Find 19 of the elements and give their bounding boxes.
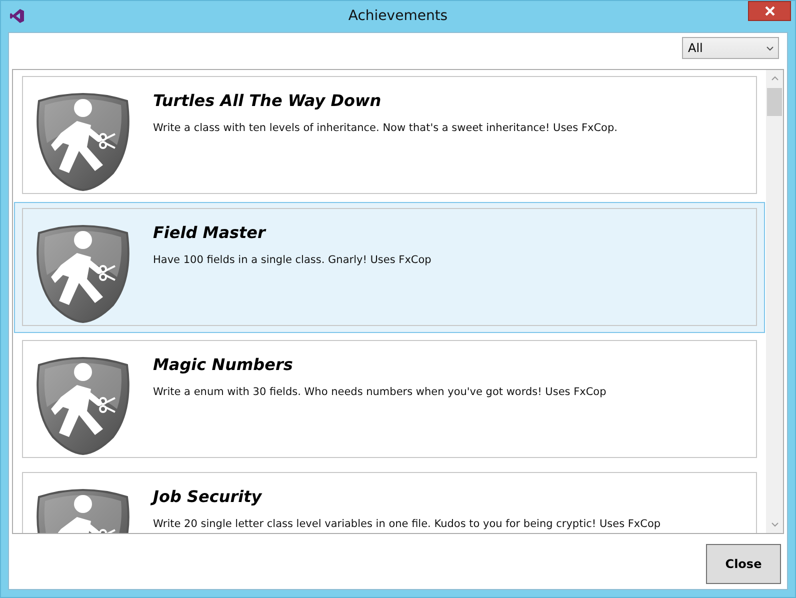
achievement-title: Field Master bbox=[153, 223, 268, 242]
achievement-description: Write 20 single letter class level variables in one file. Kudos to you for being cryptic! Uses FxCop bbox=[153, 518, 661, 530]
achievement-description: Write a class with ten levels of inheritance. Now that's a sweet inheritance! Uses FxCop. bbox=[153, 122, 618, 134]
scrollbar-thumb[interactable] bbox=[767, 88, 782, 116]
close-icon[interactable] bbox=[748, 1, 791, 21]
window-title: Achievements bbox=[348, 8, 448, 24]
chevron-down-icon bbox=[766, 46, 774, 50]
achievement-title: Job Security bbox=[153, 487, 661, 506]
scrollbar[interactable] bbox=[766, 70, 783, 533]
scroll-down-icon[interactable] bbox=[770, 522, 778, 527]
achievement-title: Magic Numbers bbox=[153, 355, 294, 374]
scroll-up-icon[interactable] bbox=[770, 76, 778, 81]
achievement-description: Write a enum with 30 fields. Who needs numbers when you've got words! Uses FxCop bbox=[153, 386, 606, 398]
filter-dropdown[interactable]: All bbox=[682, 37, 779, 59]
app-logo-icon bbox=[9, 8, 25, 24]
close-button[interactable]: Close bbox=[706, 544, 781, 584]
achievement-title: Turtles All The Way Down bbox=[153, 91, 382, 110]
achievement-item[interactable]: Field Master Have 100 fields in a single class. Gnarly! Uses FxCop bbox=[14, 202, 765, 333]
achievement-description: Have 100 fields in a single class. Gnarly! Uses FxCop bbox=[153, 254, 432, 266]
